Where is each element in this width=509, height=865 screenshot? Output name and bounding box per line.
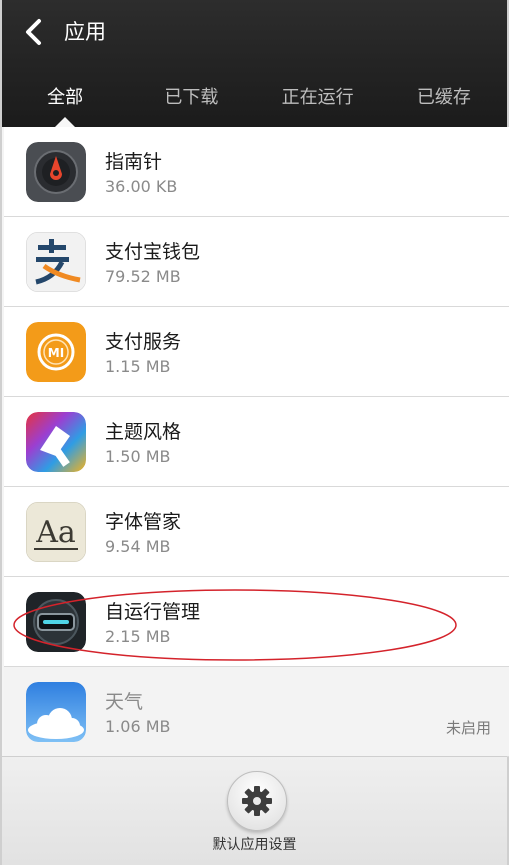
app-size: 36.00 KB (105, 177, 178, 196)
app-size: 9.54 MB (105, 537, 171, 556)
status-badge: 未启用 (445, 719, 491, 737)
app-name: 主题风格 (105, 421, 182, 443)
mi-payment-icon: MI (26, 322, 86, 382)
tab-cached[interactable]: 已缓存 (381, 66, 507, 126)
app-name: 指南针 (105, 151, 163, 173)
title-bar: 应用 (2, 0, 507, 64)
app-name: 字体管家 (105, 511, 182, 533)
tab-cached-label: 已缓存 (416, 87, 471, 108)
app-row-font-manager[interactable]: Aa 字体管家 9.54 MB (4, 487, 509, 577)
app-row-payment-service[interactable]: MI 支付服务 1.15 MB (4, 307, 509, 397)
app-size: 1.15 MB (105, 357, 171, 376)
app-name: 天气 (105, 691, 144, 713)
tab-all[interactable]: 全部 (2, 66, 128, 127)
app-row-theme[interactable]: 主题风格 1.50 MB (4, 397, 509, 487)
default-app-settings-label: 默认应用设置 (212, 837, 297, 853)
app-name: 支付服务 (105, 331, 182, 353)
app-screen: 应用 全部 已下载 正在运行 已缓存 指南针 36.00 KB 支付宝钱包 79… (0, 0, 509, 865)
svg-text:MI: MI (48, 346, 64, 360)
svg-text:Aa: Aa (35, 515, 76, 550)
back-arrow-icon (26, 19, 41, 45)
tab-downloaded[interactable]: 已下载 (128, 66, 254, 126)
header: 应用 全部 已下载 正在运行 已缓存 (2, 0, 507, 127)
app-name: 支付宝钱包 (105, 241, 201, 263)
font-manager-icon: Aa (26, 502, 86, 562)
app-size: 2.15 MB (105, 627, 171, 646)
tab-downloaded-label: 已下载 (164, 87, 219, 108)
alipay-wallet-icon (26, 232, 86, 292)
tab-all-label: 全部 (47, 87, 84, 108)
app-name: 自运行管理 (105, 601, 201, 623)
app-row-weather[interactable]: 天气 1.06 MB 未启用 (4, 667, 509, 757)
app-size: 79.52 MB (105, 267, 181, 286)
tab-running[interactable]: 正在运行 (255, 66, 381, 126)
app-row-compass[interactable]: 指南针 36.00 KB (4, 127, 509, 217)
page-title: 应用 (64, 20, 106, 44)
back-button[interactable] (16, 14, 52, 50)
tab-running-label: 正在运行 (281, 87, 354, 108)
theme-brush-icon (26, 412, 86, 472)
app-size: 1.06 MB (105, 717, 171, 736)
gear-icon (242, 786, 272, 816)
compass-icon (26, 142, 86, 202)
app-size: 1.50 MB (105, 447, 171, 466)
autostart-manager-icon (26, 592, 86, 652)
default-app-settings-button[interactable] (227, 771, 287, 831)
app-row-autostart-manager[interactable]: 自运行管理 2.15 MB (4, 577, 509, 667)
bottom-bar: 默认应用设置 (2, 756, 507, 865)
app-list: 指南针 36.00 KB 支付宝钱包 79.52 MB MI 支付服务 1.15… (4, 127, 509, 757)
tab-bar: 全部 已下载 正在运行 已缓存 (2, 66, 507, 127)
active-tab-indicator (55, 117, 76, 127)
weather-cloud-icon (26, 682, 86, 742)
app-row-alipay-wallet[interactable]: 支付宝钱包 79.52 MB (4, 217, 509, 307)
